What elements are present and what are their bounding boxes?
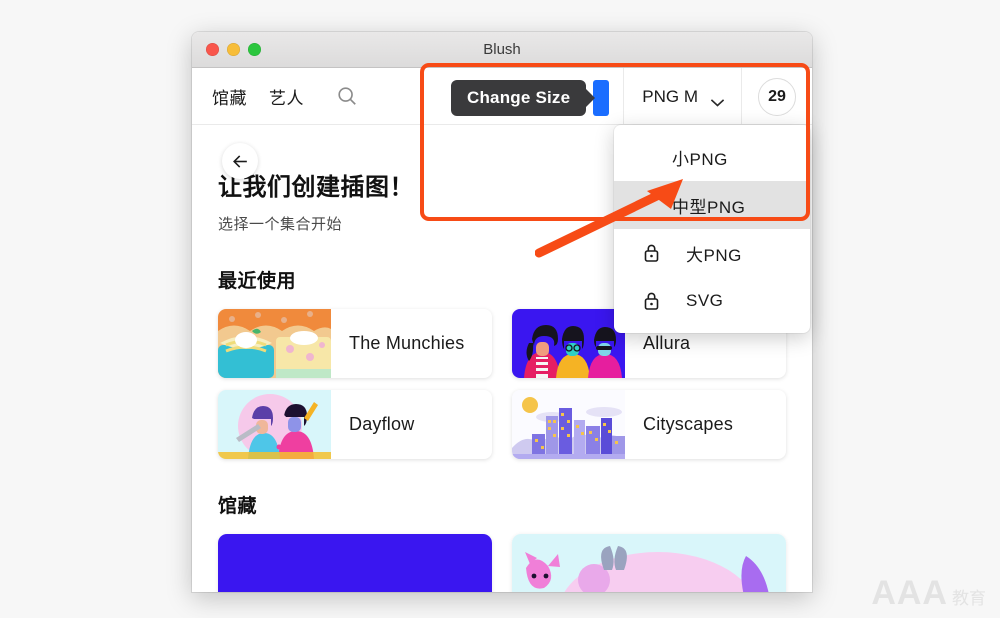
watermark-primary: AAA — [871, 574, 948, 612]
thumbnail-allura — [512, 309, 625, 378]
list-item[interactable]: Dayflow — [218, 390, 492, 459]
count-badge-wrap: 29 — [741, 68, 812, 125]
screenshot-root: Blush 馆藏 艺人 PNG M 29 让我们创建插图！ 选择一个集合开始 最… — [0, 0, 1000, 618]
size-selector[interactable]: PNG M — [623, 68, 741, 125]
nav-collections[interactable]: 馆藏 — [212, 84, 247, 109]
list-item-label: Cityscapes — [643, 414, 734, 434]
header-right-controls: PNG M 29 — [623, 68, 812, 125]
thumbnail-cityscapes — [512, 390, 625, 459]
tooltip-accent-bar — [593, 80, 609, 116]
list-item[interactable]: The Munchies — [218, 309, 492, 378]
main-nav: 馆藏 艺人 — [212, 84, 358, 109]
window-titlebar: Blush — [192, 32, 812, 68]
list-item-label: Dayflow — [349, 414, 415, 434]
collections-grid — [218, 534, 786, 592]
change-size-tooltip[interactable]: Change Size — [451, 80, 596, 116]
change-size-tooltip-wrap: Change Size — [451, 80, 609, 116]
chevron-down-icon — [710, 92, 725, 107]
thumbnail-dayflow — [218, 390, 331, 459]
list-item-label: The Munchies — [349, 333, 465, 353]
list-item[interactable]: Cityscapes — [512, 390, 786, 459]
count-badge[interactable]: 29 — [758, 77, 796, 116]
arrow-left-icon — [232, 154, 247, 168]
dropdown-item-svg[interactable]: SVG — [614, 277, 810, 325]
search-icon[interactable] — [336, 85, 358, 107]
watermark-secondary: 教育 — [952, 589, 986, 608]
collection-card-2[interactable] — [512, 534, 786, 592]
nav-artists[interactable]: 艺人 — [269, 84, 304, 109]
collections-section-title: 馆藏 — [218, 496, 258, 517]
thumbnail-munchies — [218, 309, 331, 378]
size-selector-value: PNG M — [642, 86, 698, 106]
tooltip-label: Change Size — [467, 88, 571, 107]
collection-card-1[interactable] — [218, 534, 492, 592]
window-title: Blush — [483, 41, 521, 58]
annotation-arrow — [535, 179, 683, 258]
watermark: AAA 教育 — [871, 576, 986, 610]
lock-icon — [644, 292, 670, 310]
back-button[interactable] — [222, 143, 258, 179]
dropdown-item-label: SVG — [686, 291, 724, 310]
